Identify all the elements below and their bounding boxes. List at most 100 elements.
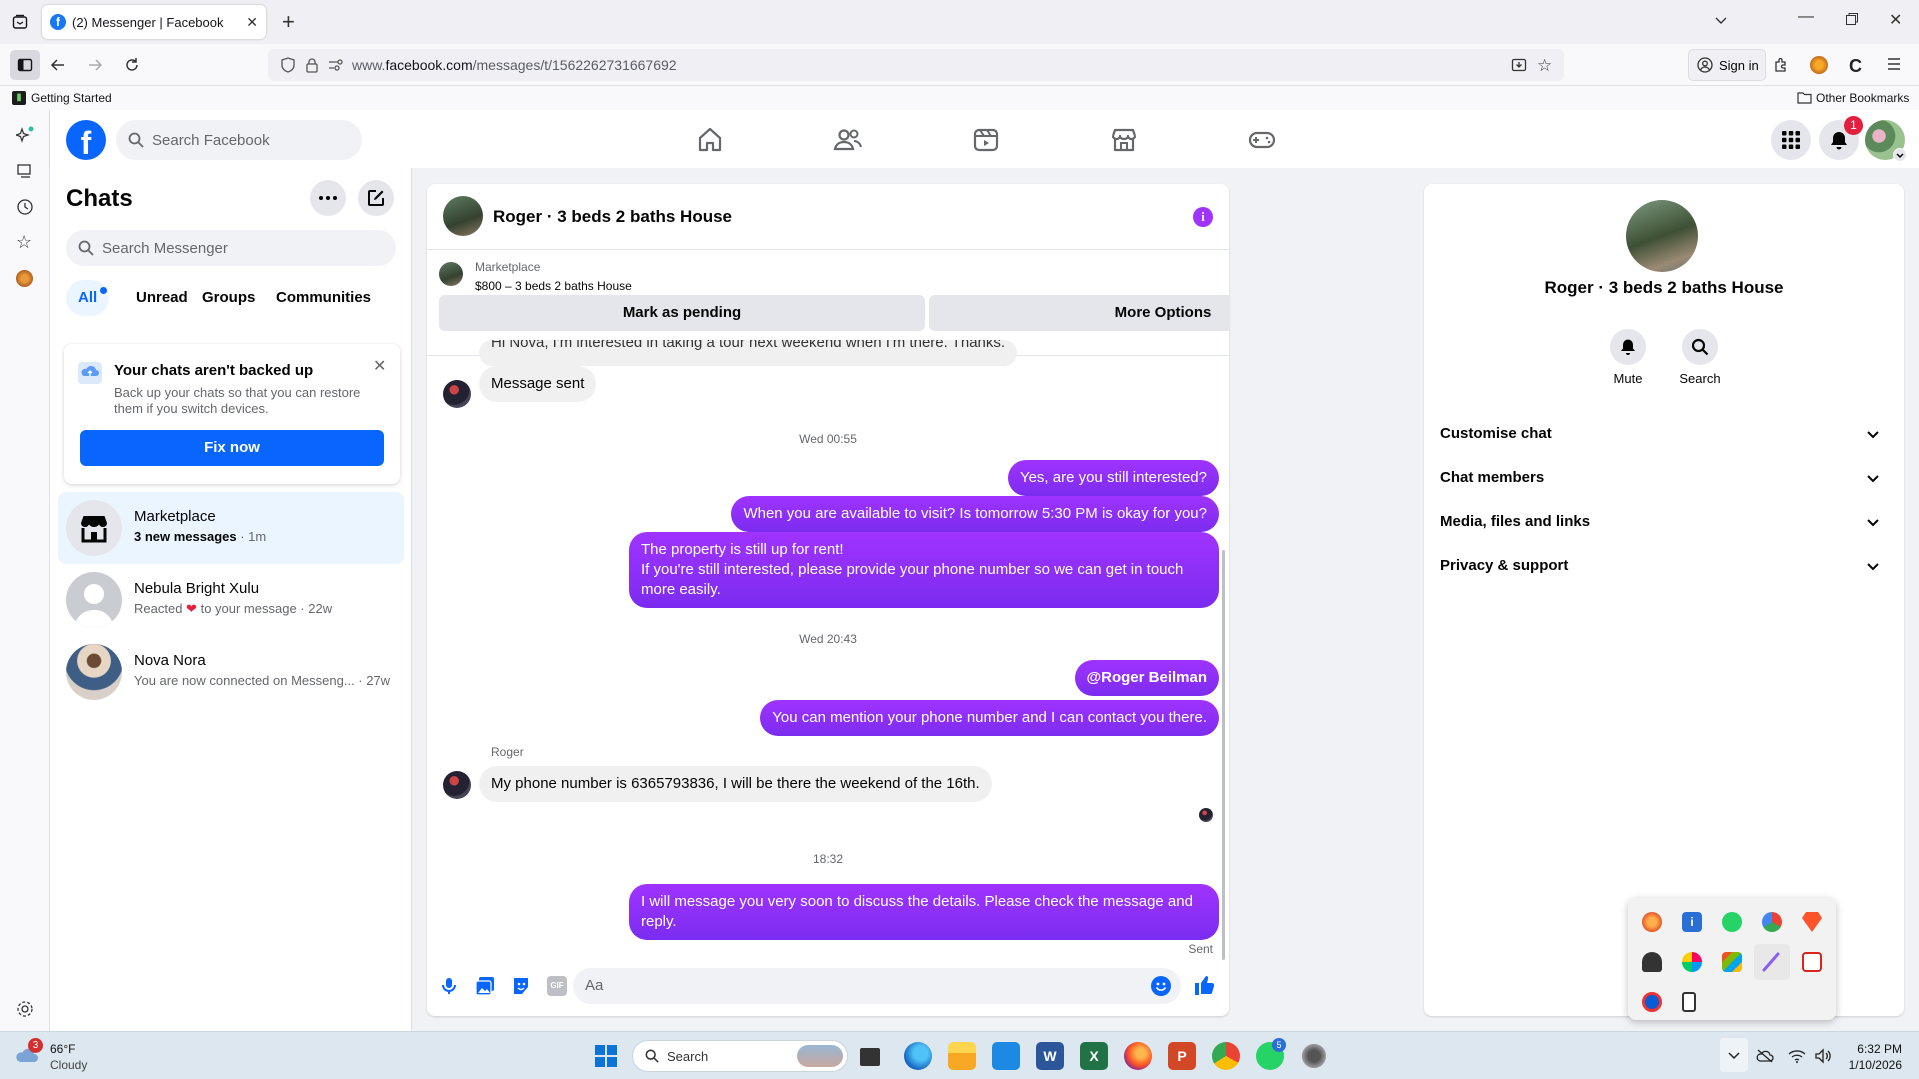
- details-avatar[interactable]: [1626, 200, 1698, 272]
- tray-pen-icon[interactable]: [1754, 944, 1790, 980]
- cloud-offline-icon[interactable]: [1756, 1048, 1774, 1064]
- emoji-icon[interactable]: [1151, 976, 1171, 996]
- volume-icon[interactable]: [1814, 1048, 1832, 1064]
- facebook-logo-icon[interactable]: f: [66, 120, 106, 161]
- clock-time[interactable]: 6:32 PM: [1846, 1042, 1902, 1056]
- messenger-search-input[interactable]: Search Messenger: [66, 230, 396, 266]
- word-icon[interactable]: W: [1036, 1042, 1064, 1070]
- app-icon[interactable]: [1300, 1042, 1328, 1070]
- tray-info-icon[interactable]: i: [1682, 912, 1702, 932]
- weather-cloud-icon[interactable]: 3: [14, 1038, 43, 1066]
- weather-desc[interactable]: Cloudy: [50, 1058, 87, 1072]
- start-button[interactable]: [592, 1042, 620, 1070]
- extension-cookie-icon[interactable]: [1810, 56, 1828, 74]
- filter-communities[interactable]: Communities: [264, 280, 383, 316]
- menu-icon[interactable]: [1886, 56, 1902, 72]
- info-icon[interactable]: i: [1193, 207, 1213, 227]
- extension-c-icon[interactable]: C: [1849, 56, 1862, 77]
- tray-flame-icon[interactable]: [1642, 912, 1662, 932]
- chrome-icon[interactable]: [1212, 1042, 1240, 1070]
- shield-icon[interactable]: [280, 57, 296, 73]
- tray-copilot-icon[interactable]: [1682, 952, 1702, 972]
- account-chevron-icon[interactable]: [1893, 148, 1907, 162]
- new-tab-icon[interactable]: +: [282, 9, 295, 35]
- fix-now-button[interactable]: Fix now: [80, 430, 384, 466]
- marketplace-icon[interactable]: [1108, 124, 1140, 156]
- thumbs-up-icon[interactable]: [1193, 974, 1215, 996]
- media-files-links-row[interactable]: Media, files and links: [1440, 500, 1888, 544]
- permissions-icon[interactable]: [328, 58, 344, 72]
- tray-brave-icon[interactable]: [1802, 912, 1822, 932]
- edge-icon[interactable]: [904, 1042, 932, 1070]
- firefox-icon[interactable]: [1124, 1042, 1152, 1070]
- restore-icon[interactable]: [1845, 12, 1859, 26]
- filter-unread[interactable]: Unread: [124, 280, 200, 316]
- new-message-button[interactable]: [358, 180, 394, 216]
- chat-item-nova[interactable]: Nova Nora You are now connected on Messe…: [58, 636, 404, 708]
- powerpoint-icon[interactable]: P: [1168, 1042, 1196, 1070]
- back-icon[interactable]: [50, 57, 66, 73]
- sticker-icon[interactable]: [511, 976, 531, 996]
- chat-item-nebula[interactable]: Nebula Bright Xulu Reacted ❤ to your mes…: [58, 564, 404, 636]
- filter-all[interactable]: All: [66, 280, 110, 316]
- excel-icon[interactable]: X: [1080, 1042, 1108, 1070]
- browser-tab[interactable]: f (2) Messenger | Facebook ✕: [42, 5, 266, 39]
- close-banner-icon[interactable]: ✕: [373, 356, 386, 376]
- sidebar-toggle-button[interactable]: [10, 50, 40, 80]
- close-window-icon[interactable]: ✕: [1889, 10, 1902, 30]
- sync-tabs-icon[interactable]: [16, 162, 34, 180]
- bookmarks-star-icon[interactable]: ☆: [16, 232, 32, 253]
- ai-sparkle-icon[interactable]: [16, 126, 34, 144]
- bookmark-other[interactable]: Other Bookmarks: [1816, 91, 1909, 105]
- forward-icon[interactable]: [87, 57, 103, 73]
- listing-thumbnail[interactable]: [439, 262, 463, 286]
- clock-date[interactable]: 1/10/2026: [1836, 1058, 1902, 1072]
- tray-usb-icon[interactable]: [1682, 992, 1696, 1012]
- minimize-icon[interactable]: —: [1798, 8, 1814, 26]
- tray-color-icon[interactable]: [1762, 912, 1782, 932]
- listing-title[interactable]: $800 – 3 beds 2 baths House: [475, 279, 632, 293]
- chat-options-button[interactable]: [310, 180, 346, 216]
- sign-in-button[interactable]: Sign in: [1688, 49, 1766, 81]
- photo-icon[interactable]: [475, 976, 495, 996]
- profile-avatar[interactable]: [1865, 120, 1907, 162]
- close-tab-icon[interactable]: ✕: [246, 14, 258, 31]
- search-conversation-button[interactable]: [1682, 329, 1718, 365]
- chevron-down-icon[interactable]: [1713, 12, 1729, 28]
- whatsapp-icon[interactable]: 5: [1256, 1038, 1286, 1070]
- cookie-extension-icon[interactable]: [16, 270, 33, 287]
- reload-icon[interactable]: [124, 57, 140, 73]
- extensions-icon[interactable]: [1773, 57, 1789, 73]
- wifi-icon[interactable]: [1788, 1048, 1806, 1064]
- save-to-pocket-icon[interactable]: [1511, 57, 1527, 73]
- microphone-icon[interactable]: [439, 976, 459, 996]
- conversation-avatar[interactable]: [443, 196, 483, 236]
- message-input[interactable]: Aa: [573, 968, 1181, 1004]
- store-icon[interactable]: [992, 1042, 1020, 1070]
- home-icon[interactable]: [694, 124, 726, 156]
- taskbar-search-input[interactable]: Search: [632, 1040, 848, 1072]
- privacy-support-row[interactable]: Privacy & support: [1440, 544, 1888, 588]
- facebook-search-input[interactable]: Search Facebook: [116, 120, 362, 160]
- notifications-button[interactable]: 1: [1819, 116, 1863, 160]
- video-icon[interactable]: [970, 124, 1002, 156]
- settings-gear-icon[interactable]: [16, 1000, 34, 1018]
- lock-icon[interactable]: [304, 57, 320, 73]
- file-explorer-icon[interactable]: [948, 1042, 976, 1070]
- menu-grid-button[interactable]: [1771, 120, 1811, 160]
- gaming-icon[interactable]: [1246, 124, 1278, 156]
- tray-pdf-icon[interactable]: [1802, 952, 1822, 972]
- friends-icon[interactable]: [832, 124, 864, 156]
- tab-list-icon[interactable]: [12, 14, 28, 30]
- tray-chevron-button[interactable]: [1720, 1038, 1748, 1072]
- weather-temp[interactable]: 66°F: [50, 1042, 75, 1056]
- customise-chat-row[interactable]: Customise chat: [1440, 412, 1888, 456]
- address-bar[interactable]: www. facebook.com/messages/t/156226273166…: [268, 49, 1564, 81]
- scrollbar[interactable]: [1222, 550, 1225, 960]
- filter-groups[interactable]: Groups: [190, 280, 267, 316]
- bookmark-getting-started[interactable]: Getting Started: [31, 91, 112, 105]
- mark-as-pending-button[interactable]: Mark as pending: [439, 295, 925, 331]
- tray-office-icon[interactable]: [1722, 952, 1742, 972]
- tray-tool-icon[interactable]: [1642, 952, 1662, 972]
- more-options-button[interactable]: More Options: [929, 295, 1229, 331]
